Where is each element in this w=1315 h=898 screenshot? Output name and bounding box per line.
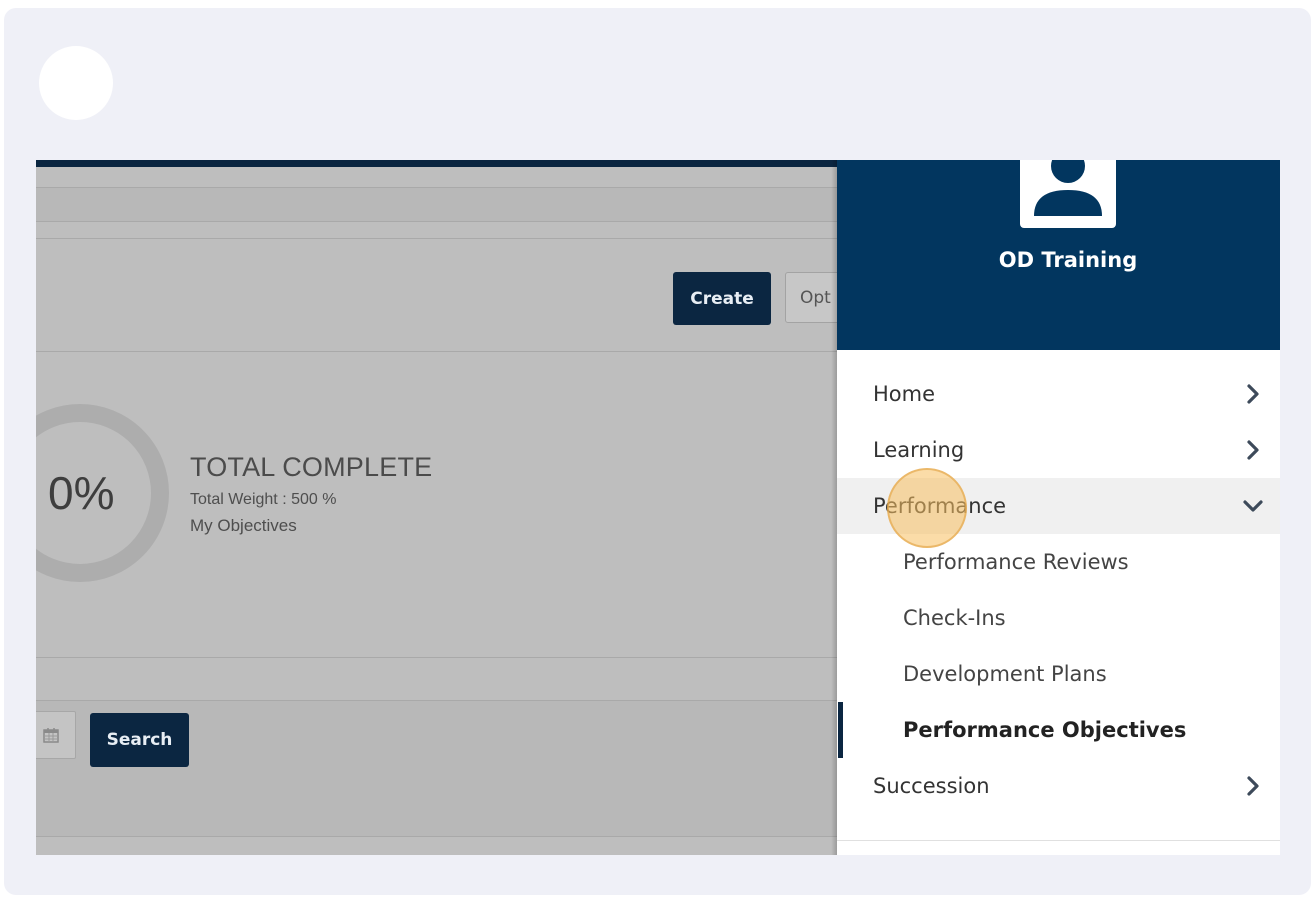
chevron-right-icon: [1247, 776, 1259, 796]
chevron-right-icon: [1247, 440, 1259, 460]
menu-item-succession[interactable]: Succession: [837, 758, 1280, 814]
submenu-item-check-ins[interactable]: Check-Ins: [837, 590, 1280, 646]
divider: [36, 238, 837, 239]
menu-item-home[interactable]: Home: [837, 366, 1280, 422]
create-button[interactable]: Create: [673, 272, 771, 325]
submenu-item-label: Development Plans: [903, 662, 1107, 686]
submenu-item-label: Performance Objectives: [903, 718, 1187, 742]
search-button[interactable]: Search: [90, 713, 189, 767]
my-objectives-text: My Objectives: [190, 516, 297, 535]
chevron-down-icon: [1243, 500, 1263, 512]
total-weight-text: Total Weight : 500 %: [190, 491, 337, 508]
menu-item-learning[interactable]: Learning: [837, 422, 1280, 478]
app-screenshot: Create 0% TOTAL COMPLETE Total Weight : …: [36, 160, 1280, 855]
submenu-item-performance-objectives[interactable]: Performance Objectives: [837, 702, 1280, 758]
chevron-right-icon: [1247, 384, 1259, 404]
divider: [36, 836, 837, 837]
divider: [36, 657, 837, 658]
menu-item-label: Learning: [873, 438, 965, 462]
user-name: OD Training: [998, 248, 1138, 272]
step-indicator: [39, 46, 113, 120]
main-content-overlay: Create 0% TOTAL COMPLETE Total Weight : …: [36, 160, 837, 855]
calendar-icon: [43, 728, 59, 743]
click-indicator: [887, 468, 967, 548]
menu-item-label: Home: [873, 382, 936, 406]
total-complete-title: TOTAL COMPLETE: [190, 452, 433, 482]
menu-header: OD Training: [837, 160, 1280, 350]
active-item-marker: [838, 702, 843, 758]
divider: [36, 221, 837, 222]
top-navigation-bar: [36, 160, 837, 167]
submenu-item-development-plans[interactable]: Development Plans: [837, 646, 1280, 702]
date-picker-button[interactable]: [36, 711, 76, 759]
progress-percent: 0%: [48, 467, 115, 519]
user-icon: [1034, 160, 1102, 216]
divider: [36, 351, 837, 352]
submenu-item-label: Performance Reviews: [903, 550, 1129, 574]
avatar[interactable]: [1020, 160, 1116, 228]
options-button-label: Opt: [800, 287, 831, 308]
submenu-item-label: Check-Ins: [903, 606, 1006, 630]
divider: [837, 840, 1280, 841]
menu-item-label: Succession: [873, 774, 990, 798]
toolbar-band: [36, 188, 837, 221]
divider: [36, 700, 837, 701]
submenu-item-performance-reviews[interactable]: Performance Reviews: [837, 534, 1280, 590]
